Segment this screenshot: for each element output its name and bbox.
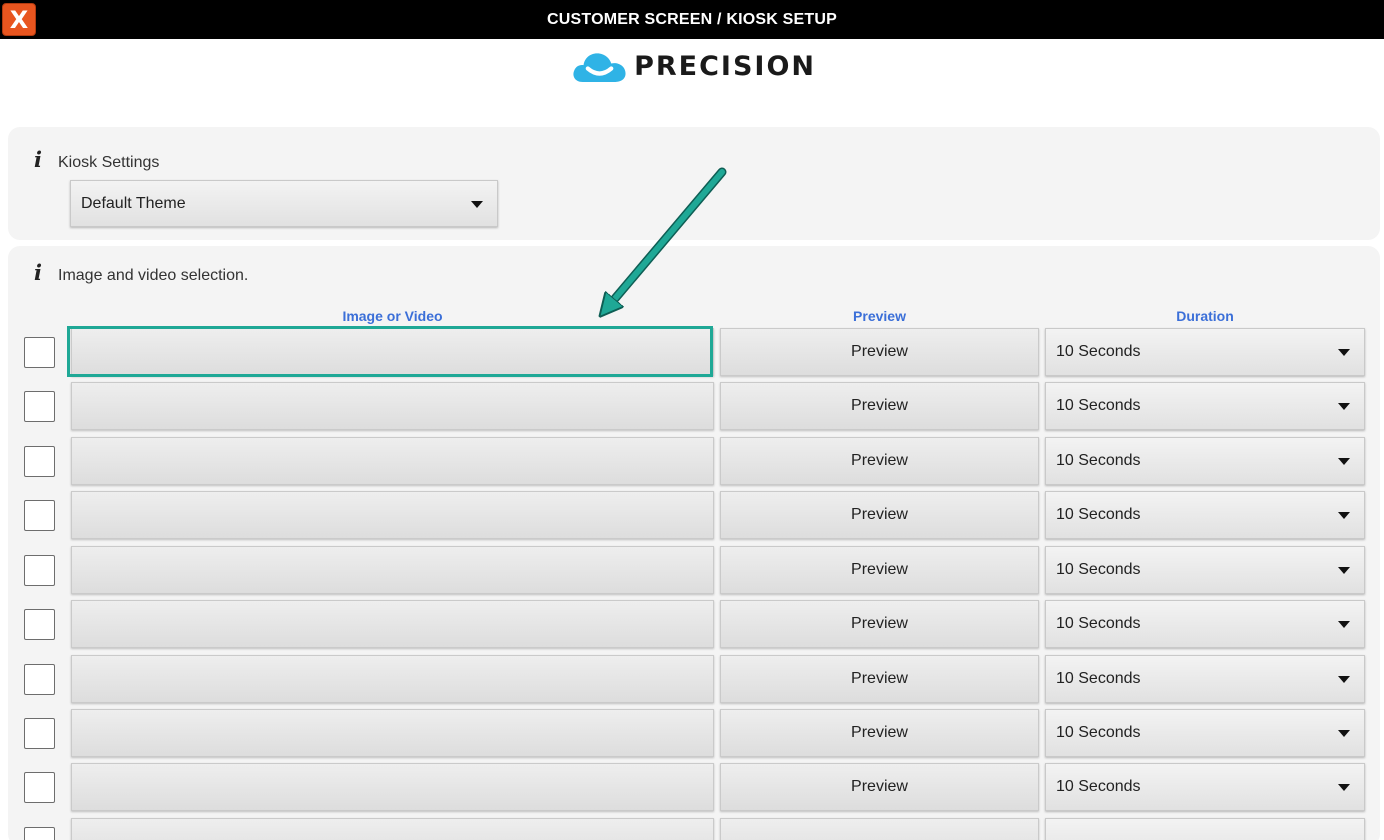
title-bar: X CUSTOMER SCREEN / KIOSK SETUP [0,0,1384,39]
media-select-field[interactable] [71,491,714,539]
media-row: Preview 10 Seconds [0,328,1384,376]
column-header-preview: Preview [853,308,906,324]
duration-select[interactable]: 10 Seconds [1045,437,1365,485]
duration-value: 10 Seconds [1056,397,1141,414]
chevron-down-icon [1338,730,1350,737]
row-checkbox[interactable] [24,337,55,368]
window-title: CUSTOMER SCREEN / KIOSK SETUP [547,10,837,28]
media-row: Preview 10 Seconds [0,655,1384,703]
duration-value: 10 Seconds [1056,670,1141,687]
row-checkbox[interactable] [24,500,55,531]
media-row: Preview 10 Seconds [0,546,1384,594]
media-selection-label: Image and video selection. [58,267,249,284]
chevron-down-icon [1338,512,1350,519]
duration-value: 10 Seconds [1056,452,1141,469]
row-checkbox[interactable] [24,664,55,695]
duration-select[interactable]: 10 Seconds [1045,709,1365,757]
chevron-down-icon [1338,676,1350,683]
duration-value: 10 Seconds [1056,343,1141,360]
media-row: Preview 10 Seconds [0,382,1384,430]
row-checkbox[interactable] [24,555,55,586]
column-header-duration: Duration [1176,308,1234,324]
row-checkbox[interactable] [24,772,55,803]
row-checkbox[interactable] [24,446,55,477]
row-checkbox[interactable] [24,391,55,422]
chevron-down-icon [1338,784,1350,791]
media-select-field[interactable] [71,600,714,648]
column-header-media: Image or Video [342,308,443,324]
duration-value: 10 Seconds [1056,615,1141,632]
media-row: Preview 10 Seconds [0,709,1384,757]
preview-button[interactable]: Preview [720,382,1039,430]
preview-button[interactable]: Preview [720,709,1039,757]
chevron-down-icon [1338,349,1350,356]
kiosk-setup-screen: X CUSTOMER SCREEN / KIOSK SETUP PRECISIO… [0,0,1384,840]
media-select-field[interactable] [71,709,714,757]
chevron-down-icon [1338,567,1350,574]
duration-select[interactable]: 10 Seconds [1045,328,1365,376]
media-select-field[interactable] [71,328,714,376]
theme-select[interactable]: Default Theme [70,180,498,227]
row-checkbox[interactable] [24,718,55,749]
media-select-field[interactable] [71,437,714,485]
precision-logo: PRECISION [571,44,816,88]
info-icon[interactable]: i [30,147,46,172]
media-select-field[interactable] [71,763,714,811]
theme-select-value: Default Theme [81,194,186,212]
chevron-down-icon [1338,458,1350,465]
preview-button[interactable]: Preview [720,491,1039,539]
duration-value: 10 Seconds [1056,778,1141,795]
media-select-field[interactable] [71,655,714,703]
preview-button[interactable]: Preview [720,546,1039,594]
info-icon[interactable]: i [30,260,46,285]
media-select-field[interactable] [71,382,714,430]
duration-select[interactable]: 10 Seconds [1045,546,1365,594]
preview-button[interactable]: Preview [720,328,1039,376]
media-select-field[interactable] [71,546,714,594]
preview-button[interactable]: Preview [720,600,1039,648]
cloud-smile-icon [573,53,626,82]
media-row: Preview 10 Seconds [0,763,1384,811]
duration-value: 10 Seconds [1056,561,1141,578]
preview-button[interactable]: Preview [720,437,1039,485]
duration-select[interactable]: 10 Seconds [1045,600,1365,648]
row-checkbox[interactable] [24,827,55,840]
duration-select[interactable] [1045,818,1365,840]
logo-wordmark: PRECISION [634,50,816,82]
duration-select[interactable]: 10 Seconds [1045,763,1365,811]
chevron-down-icon [471,200,483,208]
preview-button[interactable]: Preview [720,655,1039,703]
duration-value: 10 Seconds [1056,724,1141,741]
media-row [0,818,1384,840]
duration-select[interactable]: 10 Seconds [1045,655,1365,703]
preview-button[interactable]: Preview [720,763,1039,811]
duration-value: 10 Seconds [1056,506,1141,523]
row-checkbox[interactable] [24,609,55,640]
media-select-field[interactable] [71,818,714,840]
duration-select[interactable]: 10 Seconds [1045,491,1365,539]
kiosk-settings-label: Kiosk Settings [58,154,160,171]
media-row: Preview 10 Seconds [0,600,1384,648]
preview-button[interactable] [720,818,1039,840]
chevron-down-icon [1338,621,1350,628]
media-row: Preview 10 Seconds [0,437,1384,485]
media-row: Preview 10 Seconds [0,491,1384,539]
duration-select[interactable]: 10 Seconds [1045,382,1365,430]
chevron-down-icon [1338,403,1350,410]
